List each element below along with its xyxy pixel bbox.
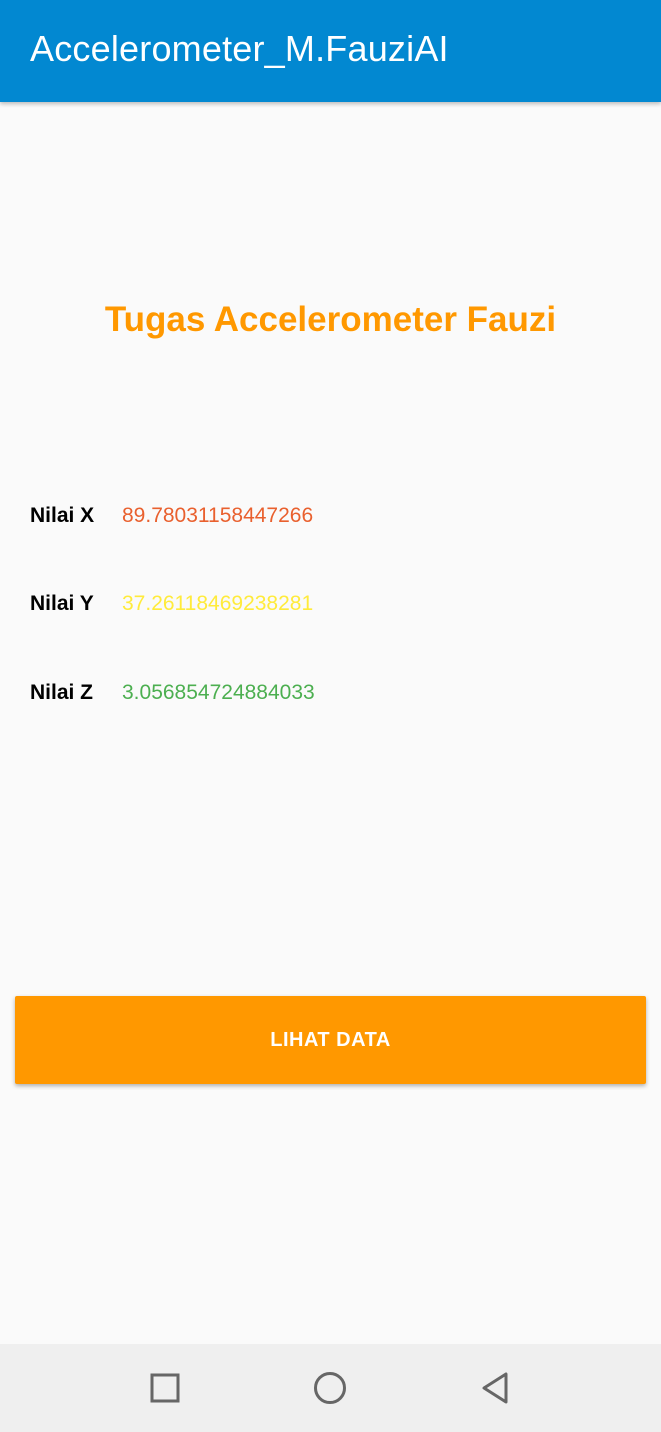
page-heading: Tugas Accelerometer Fauzi [104,300,557,339]
home-icon[interactable] [308,1366,352,1410]
back-icon[interactable] [474,1366,518,1410]
reading-value-x: 89.78031158447266 [122,504,314,527]
app-bar: Accelerometer_M.FauziAI [0,0,661,102]
recent-apps-icon[interactable] [143,1366,187,1410]
system-nav-bar [0,1344,661,1432]
lihat-data-button[interactable]: LIHAT DATA [15,996,646,1084]
reading-value-z: 3.056854724884033 [122,681,315,704]
reading-label-y: Nilai Y [30,592,94,615]
reading-label-x: Nilai X [30,504,95,527]
reading-value-y: 37.26118469238281 [122,592,314,615]
reading-label-z: Nilai Z [30,681,94,704]
screen: Accelerometer_M.FauziAI Tugas Accelerome… [0,0,661,1432]
app-title: Accelerometer_M.FauziAI [30,28,449,69]
